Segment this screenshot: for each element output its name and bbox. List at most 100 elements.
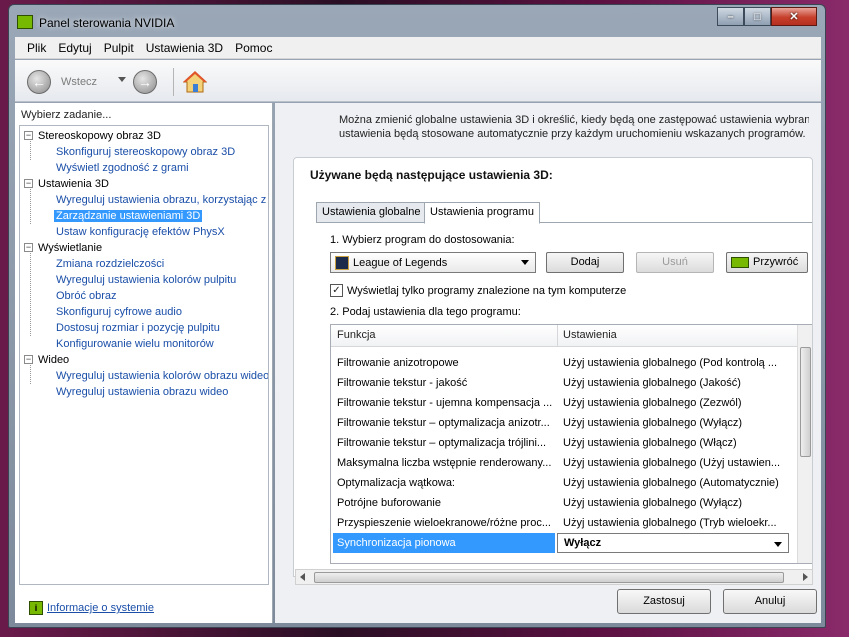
menu-edytuj[interactable]: Edytuj [52,41,97,55]
menu-pomoc[interactable]: Pomoc [229,41,278,55]
tab-global-settings[interactable]: Ustawienia globalne [316,202,427,223]
tree-link-desktop-size[interactable]: Dostosuj rozmiar i pozycję pulpitu [56,320,220,336]
setting-cell[interactable]: Użyj ustawienia globalnego (Automatyczni… [563,473,785,493]
grid-row[interactable]: Potrójne buforowanie Użyj ustawienia glob… [331,493,789,513]
tree-link-image-settings[interactable]: Wyreguluj ustawienia obrazu, korzystając… [56,192,266,208]
link-label[interactable]: Obróć obraz [56,290,117,302]
title-bar[interactable]: Panel sterowania NVIDIA – □ ✕ [9,5,825,37]
function-cell: Potrójne buforowanie [337,497,441,509]
tree-link-resolution[interactable]: Zmiana rozdzielczości [56,256,164,272]
tree-link-rotate[interactable]: Obróć obraz [56,288,117,304]
caption-buttons: – □ ✕ [717,7,817,26]
tab-program-settings[interactable]: Ustawienia programu [424,202,540,224]
tree-link-video-color[interactable]: Wyreguluj ustawienia kolorów obrazu wide… [56,368,268,384]
link-label[interactable]: Ustaw konfigurację efektów PhysX [56,226,225,238]
nvidia-logo-icon [17,15,33,29]
add-button[interactable]: Dodaj [546,252,624,273]
info-icon: i [29,601,43,615]
restore-label: Przywróć [753,256,799,268]
cancel-button[interactable]: Anuluj [723,589,817,614]
scroll-thumb[interactable] [314,572,784,583]
grid-row[interactable]: Optymalizacja wątkowa: Użyj ustawienia gl… [331,473,789,493]
link-label[interactable]: Dostosuj rozmiar i pozycję pulpitu [56,322,220,334]
grid-row[interactable]: Filtrowanie tekstur - jakość Użyj ustawie… [331,373,789,393]
setting-cell[interactable]: Użyj ustawienia globalnego (Pod kontrolą… [563,353,785,373]
horizontal-scrollbar[interactable] [295,569,813,585]
collapse-toggle[interactable]: − [24,131,33,140]
setting-cell[interactable]: Użyj ustawienia globalnego (Wyłącz) [563,413,785,433]
vsync-setting-select[interactable]: Wyłącz [557,533,789,553]
scroll-left-icon[interactable] [300,573,305,581]
tree-link-desktop-color[interactable]: Wyreguluj ustawienia kolorów pulpitu [56,272,236,288]
apply-button[interactable]: Zastosuj [617,589,711,614]
setting-cell[interactable]: Użyj ustawienia globalnego (Jakość) [563,373,785,393]
remove-button[interactable]: Usuń [636,252,714,273]
link-label[interactable]: Zmiana rozdzielczości [56,258,164,270]
link-label[interactable]: Konfigurowanie wielu monitorów [56,338,214,350]
link-label[interactable]: Skonfiguruj stereoskopowy obraz 3D [56,146,235,158]
grid-row[interactable]: Maksymalna liczba wstępnie renderowany..… [331,453,789,473]
close-button[interactable]: ✕ [771,7,817,26]
tree-category-3d[interactable]: − Ustawienia 3D [24,176,109,192]
grid-row[interactable]: Filtrowanie anizotropowe Użyj ustawienia … [331,353,789,373]
menu-plik[interactable]: Plik [21,41,52,55]
link-label[interactable]: Wyreguluj ustawienia kolorów obrazu wide… [56,370,268,382]
setting-cell[interactable]: Użyj ustawienia globalnego (Wyłącz) [563,493,785,513]
minimize-button[interactable]: – [717,7,744,26]
setting-cell[interactable]: Użyj ustawienia globalnego (Tryb wieloek… [563,513,785,533]
tree-category-stereo[interactable]: − Stereoskopowy obraz 3D [24,128,161,144]
tree-link-manage-3d[interactable]: Zarządzanie ustawieniami 3D [54,208,203,224]
show-found-programs-checkbox[interactable]: ✓ [330,284,343,297]
category-label: Wideo [38,354,70,366]
grid-vertical-scrollbar[interactable] [797,325,812,563]
menu-pulpit[interactable]: Pulpit [98,41,140,55]
tree-link-configure-stereo[interactable]: Skonfiguruj stereoskopowy obraz 3D [56,144,235,160]
collapse-toggle[interactable]: − [24,243,33,252]
tree-category-video[interactable]: − Wideo [24,352,69,368]
grid-row[interactable]: Filtrowanie tekstur – optymalizacja aniz… [331,413,789,433]
grid-row[interactable]: Filtrowanie tekstur - ujemna kompensacja… [331,393,789,413]
link-label[interactable]: Wyreguluj ustawienia obrazu wideo [56,386,228,398]
intro-line-2: ustawienia będą stosowane automatycznie … [339,128,806,140]
link-label[interactable]: Wyreguluj ustawienia obrazu, korzystając… [56,194,266,206]
home-icon[interactable] [183,70,207,94]
back-label[interactable]: Wstecz [61,76,97,88]
menu-ustawienia-3d[interactable]: Ustawienia 3D [140,41,229,55]
function-cell: Filtrowanie anizotropowe [337,357,459,369]
forward-arrow-icon[interactable]: → [133,70,157,94]
column-settings[interactable]: Ustawienia [563,329,617,341]
setting-cell[interactable]: Użyj ustawienia globalnego (Użyj ustawie… [563,453,785,473]
task-header: Wybierz zadanie... [21,109,112,121]
tree-category-display[interactable]: − Wyświetlanie [24,240,102,256]
scroll-right-icon[interactable] [803,573,808,581]
program-select[interactable]: League of Legends [330,252,536,273]
maximize-button[interactable]: □ [744,7,771,26]
tree-link-digital-audio[interactable]: Skonfiguruj cyfrowe audio [56,304,182,320]
collapse-toggle[interactable]: − [24,179,33,188]
function-cell: Filtrowanie tekstur – optymalizacja aniz… [337,417,550,429]
column-function[interactable]: Funkcja [337,329,376,341]
link-label[interactable]: Skonfiguruj cyfrowe audio [56,306,182,318]
history-dropdown-icon[interactable] [118,77,126,82]
link-label[interactable]: Wyświetl zgodność z grami [56,162,189,174]
content-panel: Można zmienić globalne ustawienia 3D i o… [275,103,821,623]
setting-cell[interactable]: Użyj ustawienia globalnego (Włącz) [563,433,785,453]
toolbar: ← Wstecz → [15,60,821,102]
link-label[interactable]: Wyreguluj ustawienia kolorów pulpitu [56,274,236,286]
tree-link-game-compat[interactable]: Wyświetl zgodność z grami [56,160,189,176]
grid-row-selected[interactable]: Synchronizacja pionowa Wyłącz [331,533,789,553]
toolbar-separator [173,68,174,96]
collapse-toggle[interactable]: − [24,355,33,364]
link-label[interactable]: Zarządzanie ustawieniami 3D [54,210,203,222]
grid-row[interactable]: Filtrowanie tekstur – optymalizacja trój… [331,433,789,453]
tree-link-physx[interactable]: Ustaw konfigurację efektów PhysX [56,224,225,240]
show-found-programs-row[interactable]: ✓ Wyświetlaj tylko programy znalezione n… [330,284,626,297]
setting-cell[interactable]: Użyj ustawienia globalnego (Zezwól) [563,393,785,413]
grid-header: Funkcja Ustawienia [331,325,812,347]
tree-link-video-image[interactable]: Wyreguluj ustawienia obrazu wideo [56,384,228,400]
tree-link-multi-monitor[interactable]: Konfigurowanie wielu monitorów [56,336,214,352]
scroll-thumb[interactable] [800,347,811,457]
back-arrow-icon[interactable]: ← [27,70,51,94]
grid-row[interactable]: Przyspieszenie wieloekranowe/różne proc.… [331,513,789,533]
system-info-link[interactable]: Informacje o systemie [47,602,154,614]
